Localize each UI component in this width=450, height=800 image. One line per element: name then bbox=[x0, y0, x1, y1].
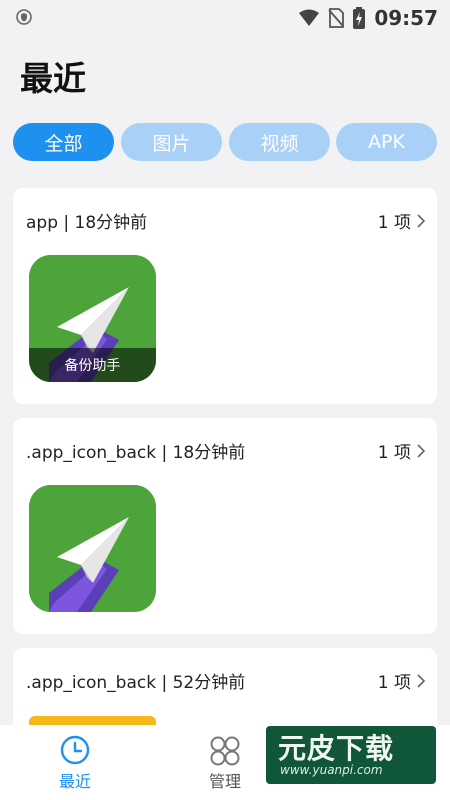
battery-charging-icon bbox=[353, 7, 366, 29]
wifi-icon bbox=[299, 9, 320, 26]
tab-manage[interactable]: 管理 bbox=[169, 725, 281, 800]
recent-group-card[interactable]: .app_icon_back | 18分钟前 1 项 bbox=[13, 418, 437, 634]
group-count[interactable]: 1 项 bbox=[378, 668, 425, 693]
watermark-logo: 元皮下载 www.yuanpi.com bbox=[266, 726, 436, 784]
group-count-label: 1 项 bbox=[377, 443, 411, 463]
chevron-right-icon bbox=[417, 443, 425, 458]
group-title: .app_icon_back | 18分钟前 bbox=[26, 443, 246, 463]
tab-manage-label: 管理 bbox=[208, 772, 241, 791]
file-thumbnail[interactable] bbox=[29, 485, 156, 612]
tab-recent-label: 最近 bbox=[58, 772, 91, 791]
thumbnail-caption: 备份助手 bbox=[29, 348, 156, 382]
group-count-label: 1 项 bbox=[377, 673, 411, 693]
filter-chip-videos[interactable]: 视频 bbox=[229, 123, 330, 161]
tab-recent[interactable]: 最近 bbox=[19, 725, 131, 800]
filter-chip-apk[interactable]: APK bbox=[336, 123, 437, 161]
grid-icon bbox=[210, 736, 240, 766]
group-count[interactable]: 1 项 bbox=[378, 438, 425, 463]
filter-chip-images[interactable]: 图片 bbox=[121, 123, 222, 161]
no-sim-icon bbox=[328, 8, 345, 28]
recent-group-card[interactable]: app | 18分钟前 1 项 备份助手 bbox=[13, 188, 437, 404]
paper-plane-icon bbox=[29, 485, 156, 612]
group-title: .app_icon_back | 52分钟前 bbox=[26, 673, 246, 693]
group-count-label: 1 项 bbox=[377, 213, 411, 233]
shield-icon bbox=[16, 9, 32, 25]
group-count[interactable]: 1 项 bbox=[378, 208, 425, 233]
clock-icon bbox=[60, 735, 90, 765]
chevron-right-icon bbox=[417, 213, 425, 228]
page-title: 最近 bbox=[20, 59, 86, 98]
filter-chip-all[interactable]: 全部 bbox=[13, 123, 114, 161]
watermark-url: www.yuanpi.com bbox=[280, 763, 383, 777]
watermark-text: 元皮下载 bbox=[278, 732, 395, 765]
group-title: app | 18分钟前 bbox=[26, 213, 148, 233]
status-bar: 09:57 bbox=[0, 0, 450, 34]
filter-chips: 全部 图片 视频 APK bbox=[13, 123, 437, 161]
file-thumbnail[interactable]: 备份助手 bbox=[29, 255, 156, 382]
status-time: 09:57 bbox=[374, 6, 438, 30]
chevron-right-icon bbox=[417, 673, 425, 688]
